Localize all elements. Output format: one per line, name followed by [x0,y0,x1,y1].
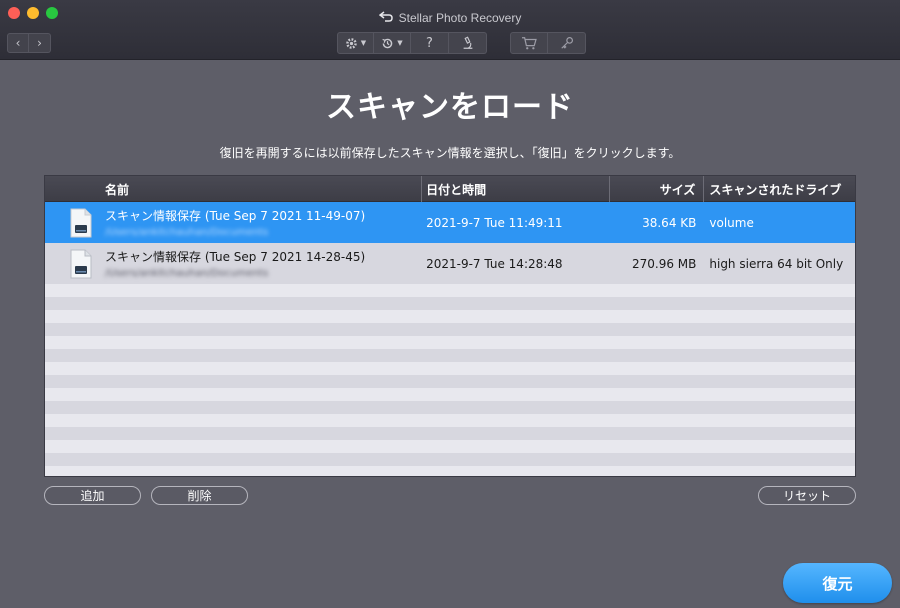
document-icon [70,208,92,237]
name-cell: スキャン情報保存 (Tue Sep 7 2021 14-28-45) /User… [45,243,422,284]
window-title: Stellar Photo Recovery [0,10,900,25]
size-cell: 38.64 KB [642,215,697,230]
table-header: 名前 日付と時間 サイズ スキャンされたドライブ [45,176,855,202]
nav-forward-button[interactable]: › [29,33,51,53]
scan-name: スキャン情報保存 (Tue Sep 7 2021 11-49-07) [105,209,366,223]
column-header-drive[interactable]: スキャンされたドライブ [704,176,855,202]
scan-name: スキャン情報保存 (Tue Sep 7 2021 14-28-45) [105,250,366,264]
activate-button[interactable] [548,32,586,54]
help-button[interactable]: ? [411,32,449,54]
name-block: スキャン情報保存 (Tue Sep 7 2021 11-49-07) /User… [105,207,365,238]
back-arrow-icon[interactable] [378,10,393,25]
history-icon [382,38,393,48]
recover-button[interactable]: 復元 [783,563,892,603]
key-icon [560,36,573,49]
column-header-name[interactable]: 名前 [45,176,423,202]
column-header-size[interactable]: サイズ [610,176,705,202]
app-title-text: Stellar Photo Recovery [398,11,522,25]
column-header-date[interactable]: 日付と時間 [422,176,610,202]
chevron-left-icon: ‹ [15,36,21,50]
drive-cell: volume [709,215,754,230]
purchase-toolbar [510,32,586,54]
scan-button[interactable] [449,32,487,54]
name-cell: スキャン情報保存 (Tue Sep 7 2021 11-49-07) /User… [45,202,422,243]
question-icon: ? [426,35,433,51]
cart-button[interactable] [510,32,548,54]
scan-path: /Users/ankitchauhan/Documents [105,227,269,238]
date-cell: 2021-9-7 Tue 14:28:48 [426,256,563,271]
microscope-icon [463,36,472,49]
history-button[interactable]: ▼ [374,32,411,54]
scan-path: /Users/ankitchauhan/Documents [105,268,269,279]
date-cell: 2021-9-7 Tue 11:49:11 [426,215,563,230]
gear-icon [346,37,357,49]
page-title: スキャンをロード [326,90,574,125]
settings-button[interactable]: ▼ [337,32,374,54]
reset-button[interactable]: リセット [758,486,856,505]
cart-icon [522,37,537,50]
document-icon [70,249,92,278]
chevron-down-icon: ▼ [397,39,403,47]
instructions-text: 復旧を再開するには以前保存したスキャン情報を選択し、「復旧」をクリックします。 [219,146,681,160]
delete-button[interactable]: 削除 [151,486,248,505]
chevron-down-icon: ▼ [360,39,367,47]
table-row[interactable]: スキャン情報保存 (Tue Sep 7 2021 11-49-07) /User… [45,202,855,243]
size-cell: 270.96 MB [631,256,697,271]
chevron-right-icon: › [37,36,42,50]
saved-scans-table: 名前 日付と時間 サイズ スキャンされたドライブ スキャン情報保存 (Tue S… [44,175,856,477]
title-bar: Stellar Photo Recovery ‹ › ▼ ▼ ? [0,0,900,60]
add-button[interactable]: 追加 [44,486,141,505]
empty-rows [45,284,855,476]
table-row[interactable]: スキャン情報保存 (Tue Sep 7 2021 14-28-45) /User… [45,243,855,284]
nav-back-button[interactable]: ‹ [7,33,29,53]
main-toolbar: ▼ ▼ ? [337,32,487,54]
drive-cell: high sierra 64 bit Only [709,256,844,271]
name-block: スキャン情報保存 (Tue Sep 7 2021 14-28-45) /User… [105,248,365,279]
nav-buttons: ‹ › [7,33,51,53]
